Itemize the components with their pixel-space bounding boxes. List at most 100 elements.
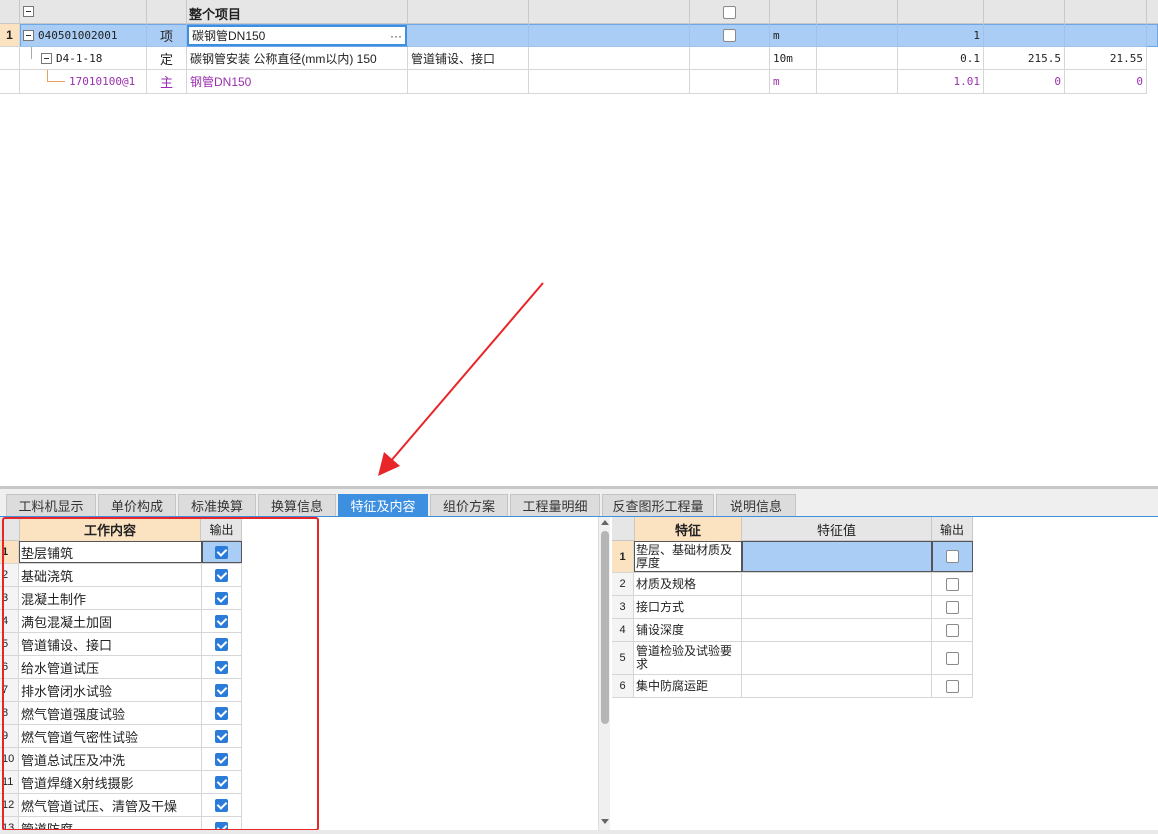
tab-quantity-detail[interactable]: 工程量明细 (510, 494, 600, 516)
blank-cell (529, 47, 690, 70)
row-number: 6 (612, 675, 634, 697)
output-checkbox[interactable] (945, 577, 959, 591)
collapse-icon[interactable] (41, 52, 52, 64)
more-options-icon[interactable]: ··· (390, 29, 402, 43)
blank-cell (817, 24, 898, 47)
output-cell (932, 619, 973, 641)
tab-description[interactable]: 说明信息 (716, 494, 796, 516)
blank-cell (529, 70, 690, 94)
item-type: 项 (147, 24, 187, 47)
status-strip (0, 830, 1158, 834)
feature-name[interactable]: 集中防腐运距 (634, 675, 742, 697)
row-number: 5 (612, 642, 634, 674)
list-item[interactable]: 5 管道检验及试验要求 (612, 642, 973, 675)
feature-value[interactable] (742, 596, 932, 618)
output-cell (932, 573, 973, 595)
item-name-editor[interactable]: 碳钢管DN150 ··· (187, 25, 407, 46)
list-item[interactable]: 1 垫层、基础材质及厚度 (612, 541, 973, 573)
item-type: 定 (147, 47, 187, 70)
item-total: 21.55 (1065, 47, 1147, 70)
feature-value[interactable] (742, 619, 932, 641)
item-unit: 10m (770, 47, 817, 70)
output-cell (932, 675, 973, 697)
blank-cell (817, 70, 898, 94)
feature-name[interactable]: 材质及规格 (634, 573, 742, 595)
row-number (0, 70, 20, 94)
header-checkbox[interactable] (723, 6, 736, 19)
output-cell (932, 541, 973, 572)
table-row[interactable]: D4-1-18 定 碳钢管安装 公称直径(mm以内) 150 管道铺设、接口 1… (0, 47, 1158, 70)
col-feature-value[interactable]: 特征值 (742, 517, 932, 541)
item-type: 主 (147, 70, 187, 94)
output-checkbox[interactable] (945, 600, 959, 614)
row-checkbox[interactable] (723, 28, 736, 42)
item-desc (408, 70, 529, 94)
scroll-down-icon[interactable] (601, 819, 609, 824)
row-number: 1 (0, 24, 20, 47)
feature-value[interactable] (742, 541, 932, 572)
list-item[interactable]: 4 铺设深度 (612, 619, 973, 642)
feature-value[interactable] (742, 642, 932, 674)
feature-value[interactable] (742, 573, 932, 595)
item-total (1065, 24, 1147, 47)
list-item[interactable]: 6 集中防腐运距 (612, 675, 973, 698)
item-unit: m (770, 24, 817, 47)
list-item[interactable]: 2 材质及规格 (612, 573, 973, 596)
blank-cell (690, 70, 770, 94)
scroll-up-icon[interactable] (601, 520, 609, 525)
highlight-box (2, 517, 319, 831)
item-price: 0 (984, 70, 1065, 94)
tab-standard-conversion[interactable]: 标准换算 (178, 494, 256, 516)
output-checkbox[interactable] (945, 550, 959, 563)
col-feature[interactable]: 特征 (634, 517, 742, 541)
tab-labor-material[interactable]: 工料机显示 (6, 494, 96, 516)
list-item[interactable]: 3 接口方式 (612, 596, 973, 619)
item-code: 17010100@1 (20, 70, 147, 94)
tab-pricing-scheme[interactable]: 组价方案 (430, 494, 508, 516)
row-number: 4 (612, 619, 634, 641)
collapse-all-icon[interactable] (23, 6, 34, 17)
feature-name[interactable]: 铺设深度 (634, 619, 742, 641)
item-price: 215.5 (984, 47, 1065, 70)
item-code[interactable]: D4-1-18 (20, 47, 147, 70)
item-name: 钢管DN150 (187, 70, 408, 94)
row-number: 3 (612, 596, 634, 618)
col-output[interactable]: 输出 (932, 517, 973, 541)
scroll-thumb[interactable] (601, 531, 609, 724)
header-corner (0, 0, 20, 24)
item-price (984, 24, 1065, 47)
top-grid-header: 整个项目 (0, 0, 1158, 24)
output-checkbox[interactable] (945, 623, 959, 637)
features-list: 1 垫层、基础材质及厚度 2 材质及规格 3 接口方式 4 铺设深度 5 管道检验及试验要求 6 集中… (612, 541, 973, 701)
tab-conversion-info[interactable]: 换算信息 (258, 494, 336, 516)
item-code-text: D4-1-18 (56, 51, 103, 65)
annotation-arrow (378, 282, 544, 476)
item-desc: 管道铺设、接口 (408, 47, 529, 70)
scrollbar[interactable] (598, 517, 610, 830)
item-qty: 1 (898, 24, 984, 47)
feature-value[interactable] (742, 675, 932, 697)
feature-name[interactable]: 垫层、基础材质及厚度 (634, 541, 742, 572)
output-checkbox[interactable] (945, 651, 959, 665)
item-total: 0 (1065, 70, 1147, 94)
blank-cell (529, 24, 690, 47)
blank-cell (817, 47, 898, 70)
row-checkbox-cell (690, 24, 770, 47)
row-number (0, 47, 20, 70)
feature-name[interactable]: 接口方式 (634, 596, 742, 618)
item-code[interactable]: 040501002001 (20, 24, 147, 47)
item-qty: 0.1 (898, 47, 984, 70)
item-name: 碳钢管DN150 (192, 29, 266, 43)
tab-unit-price[interactable]: 单价构成 (98, 494, 176, 516)
work-content-pane: 工作内容 输出 1 垫层铺筑 2 基础浇筑 3 混凝土制作 4 满包混凝土加固 5 管道铺设、接口… (0, 517, 610, 831)
output-checkbox[interactable] (945, 679, 959, 693)
features-pane: 特征 特征值 输出 1 垫层、基础材质及厚度 2 材质及规格 3 接口方式 4 铺设深度 5 管道… (612, 517, 1158, 830)
collapse-icon[interactable] (23, 29, 34, 41)
feature-name[interactable]: 管道检验及试验要求 (634, 642, 742, 674)
features-header: 特征 特征值 输出 (612, 517, 973, 541)
tab-features-content[interactable]: 特征及内容 (338, 494, 428, 516)
table-row[interactable]: 17010100@1 主 钢管DN150 m 1.01 0 0 (0, 70, 1158, 94)
item-desc (408, 24, 529, 47)
tab-reverse-lookup[interactable]: 反查图形工程量 (602, 494, 714, 516)
table-row[interactable]: 1 040501002001 项 碳钢管DN150 ··· m 1 (0, 24, 1158, 47)
